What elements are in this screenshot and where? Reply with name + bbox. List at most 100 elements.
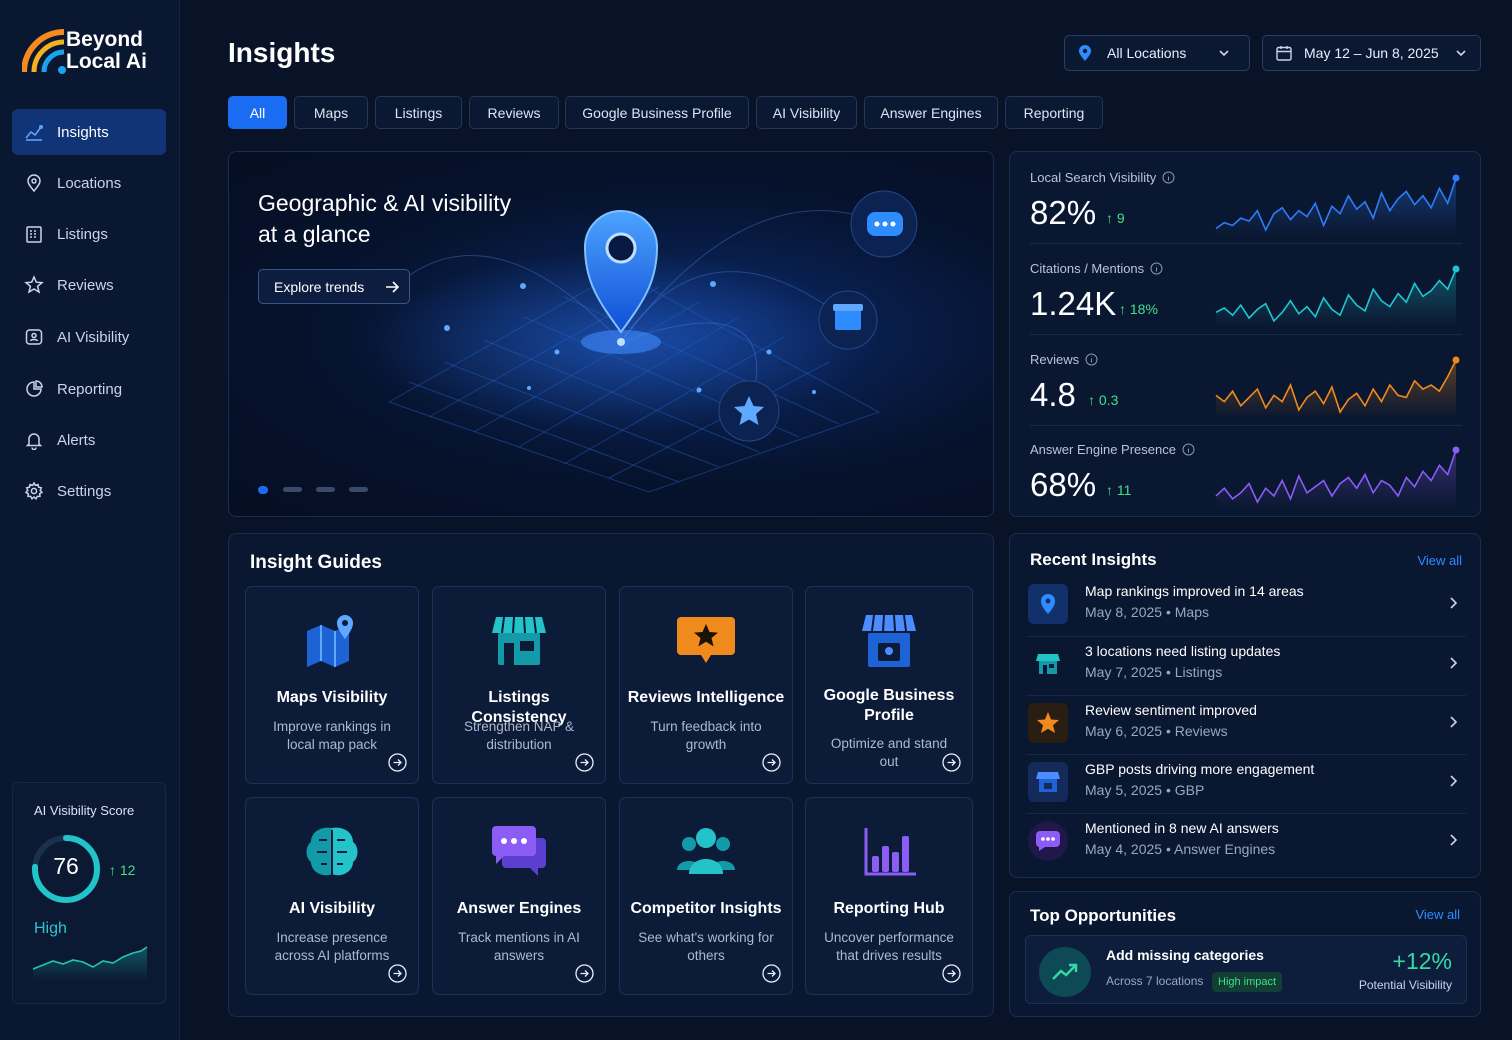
recent-item-title: GBP posts driving more engagement	[1085, 761, 1315, 777]
card-desc: Improve rankings in local map pack	[273, 719, 391, 752]
metric-value: 68%	[1030, 466, 1097, 503]
metric-answer-engine-presence[interactable]: Answer Engine Presence 68% ↑ 11	[1030, 426, 1462, 514]
insight-guides-title: Insight Guides	[250, 552, 382, 573]
explore-trends-button[interactable]: Explore trends	[258, 269, 410, 304]
opportunity-item[interactable]: Add missing categories Across 7 location…	[1025, 935, 1467, 1004]
recent-item-date: May 8, 2025	[1085, 604, 1163, 620]
location-select[interactable]: All Locations	[1064, 35, 1250, 71]
sidebar-item-locations[interactable]: Locations	[12, 160, 166, 206]
guide-card-google-business-profile[interactable]: Google Business Profile Optimize and sta…	[805, 586, 973, 784]
metric-reviews[interactable]: Reviews 4.8 ↑ 0.3	[1030, 336, 1462, 424]
sidebar-item-label: Settings	[57, 482, 112, 500]
opportunity-subtitle: Across 7 locations	[1106, 974, 1204, 988]
date-range-select[interactable]: May 12 – Jun 8, 2025	[1262, 35, 1481, 71]
card-title: Reviews Intelligence	[627, 689, 785, 706]
guide-card-ai-visibility[interactable]: AI Visibility Increase presence across A…	[245, 797, 419, 995]
recent-insight-item[interactable]: Review sentiment improved May 6, 2025 • …	[1026, 699, 1466, 751]
recent-item-meta: May 7, 2025 • Listings	[1085, 664, 1222, 680]
tab-maps[interactable]: Maps	[294, 96, 368, 129]
guide-card-maps-visibility[interactable]: Maps Visibility Improve rankings in loca…	[245, 586, 419, 784]
sparkline-endpoint	[1452, 265, 1460, 273]
carousel-dot[interactable]	[316, 487, 335, 492]
sidebar-item-listings[interactable]: Listings	[12, 211, 166, 257]
star-chat-icon	[677, 617, 735, 663]
guide-card-answer-engines[interactable]: Answer Engines Track mentions in AI answ…	[432, 797, 606, 995]
chevron-right-icon	[1450, 716, 1458, 728]
guide-card-reviews-intelligence[interactable]: Reviews Intelligence Turn feedback into …	[619, 586, 793, 784]
metric-sparkline	[1215, 446, 1460, 508]
carousel-dot[interactable]	[349, 487, 368, 492]
card-desc: Optimize and stand out	[830, 736, 948, 769]
info-icon[interactable]	[1150, 262, 1163, 275]
location-pin-icon	[27, 174, 41, 193]
guide-card-listings-consistency[interactable]: Listings Consistency Strengthen NAP & di…	[432, 586, 606, 784]
metric-label-text: Local Search Visibility	[1030, 170, 1157, 185]
star-icon	[24, 275, 44, 294]
tab-listings[interactable]: Listings	[375, 96, 462, 129]
recent-item-date: May 6, 2025	[1085, 723, 1163, 739]
divider	[1030, 334, 1462, 335]
metric-delta: ↑ 18%	[1119, 301, 1158, 317]
recent-insight-item[interactable]: 3 locations need listing updates May 7, …	[1026, 640, 1466, 692]
arrow-circle-icon[interactable]	[388, 753, 407, 772]
arrow-circle-icon[interactable]	[762, 964, 781, 983]
trend-up-icon	[1039, 947, 1091, 997]
impact-badge: High impact	[1212, 972, 1283, 992]
card-desc: Strengthen NAP & distribution	[463, 719, 575, 752]
arrow-circle-icon[interactable]	[942, 964, 961, 983]
info-icon[interactable]	[1162, 171, 1175, 184]
sidebar-item-label: AI Visibility	[57, 328, 130, 346]
recent-item-date: May 5, 2025	[1085, 782, 1163, 798]
tab-answer-engines[interactable]: Answer Engines	[864, 96, 998, 129]
carousel-dot-active[interactable]	[258, 486, 268, 494]
metric-sparkline	[1215, 174, 1460, 236]
chart-line-icon	[25, 124, 44, 141]
location-select-value: All Locations	[1107, 45, 1187, 61]
location-pin-icon	[1079, 45, 1091, 61]
metric-local-search-visibility[interactable]: Local Search Visibility 82% ↑ 9	[1030, 154, 1462, 242]
opportunity-value: +12%	[1392, 948, 1452, 974]
info-icon[interactable]	[1182, 443, 1195, 456]
tab-all[interactable]: All	[228, 96, 287, 129]
meta-separator: •	[1162, 782, 1175, 798]
info-icon[interactable]	[1085, 353, 1098, 366]
sidebar-item-reporting[interactable]: Reporting	[12, 366, 166, 412]
top-opportunities-title: Top Opportunities	[1030, 906, 1177, 925]
metric-delta-value: 9	[1116, 210, 1125, 226]
score-title: AI Visibility Score	[34, 803, 135, 818]
opportunities-view-all-link[interactable]: View all	[1415, 907, 1460, 922]
recent-insight-item[interactable]: GBP posts driving more engagement May 5,…	[1026, 758, 1466, 810]
arrow-circle-icon[interactable]	[575, 753, 594, 772]
tab-ai-visibility[interactable]: AI Visibility	[756, 96, 857, 129]
ai-visibility-score-card[interactable]: AI Visibility Score 76 ↑ 12 High	[12, 782, 166, 1004]
tab-google-business-profile[interactable]: Google Business Profile	[565, 96, 749, 129]
recent-insight-item[interactable]: Map rankings improved in 14 areas May 8,…	[1026, 580, 1466, 632]
arrow-circle-icon[interactable]	[575, 964, 594, 983]
arrow-circle-icon[interactable]	[942, 753, 961, 772]
sidebar-item-label: Locations	[57, 174, 122, 192]
carousel-dot[interactable]	[283, 487, 302, 492]
sidebar-item-settings[interactable]: Settings	[12, 468, 166, 514]
guide-card-reporting-hub[interactable]: Reporting Hub Uncover performance that d…	[805, 797, 973, 995]
brand-logo[interactable]: Beyond Local Ai	[22, 26, 172, 78]
opportunity-title: Add missing categories	[1106, 947, 1264, 963]
recent-item-meta: May 6, 2025 • Reviews	[1085, 723, 1228, 739]
card-desc: Track mentions in AI answers	[458, 930, 580, 963]
sidebar-item-insights[interactable]: Insights	[12, 109, 166, 155]
metric-citations-mentions[interactable]: Citations / Mentions 1.24K ↑ 18%	[1030, 245, 1462, 333]
sidebar-item-label: Alerts	[57, 431, 96, 449]
sidebar-item-alerts[interactable]: Alerts	[12, 417, 166, 463]
arrow-circle-icon[interactable]	[388, 964, 407, 983]
sidebar-item-reviews[interactable]: Reviews	[12, 262, 166, 308]
tab-reviews[interactable]: Reviews	[469, 96, 559, 129]
recent-view-all-link[interactable]: View all	[1417, 553, 1462, 568]
card-title: Maps Visibility	[276, 689, 388, 706]
recent-item-date: May 4, 2025	[1085, 841, 1163, 857]
gear-icon	[24, 481, 44, 500]
arrow-circle-icon[interactable]	[762, 753, 781, 772]
sidebar-item-ai-visibility[interactable]: AI Visibility	[12, 314, 166, 360]
recent-insight-item[interactable]: Mentioned in 8 new AI answers May 4, 202…	[1026, 817, 1466, 869]
tab-reporting[interactable]: Reporting	[1005, 96, 1103, 129]
metric-value: 4.8	[1030, 376, 1076, 413]
guide-card-competitor-insights[interactable]: Competitor Insights See what's working f…	[619, 797, 793, 995]
